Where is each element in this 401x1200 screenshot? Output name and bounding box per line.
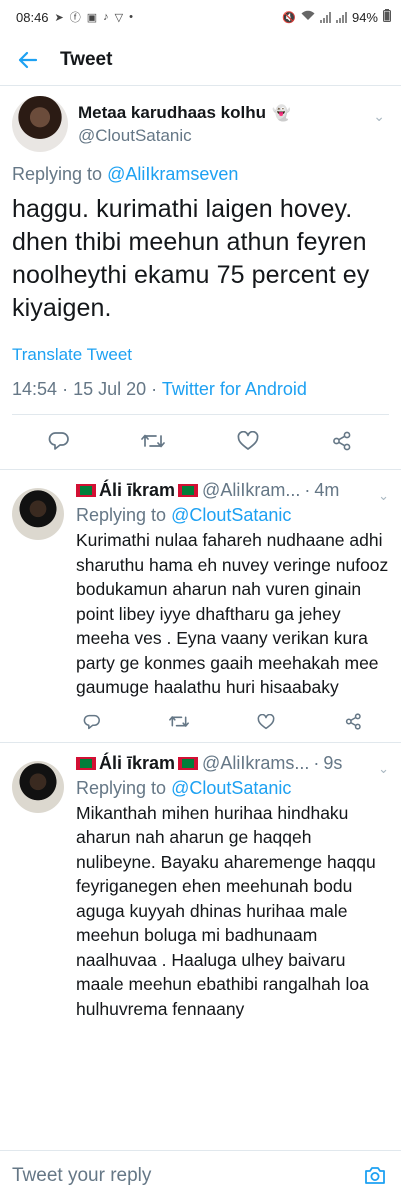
main-tweet: Metaa karudhaas kolhu 👻 @CloutSatanic ⌄ … <box>0 86 401 470</box>
author-name[interactable]: Metaa karudhaas kolhu 👻 <box>78 103 291 123</box>
avatar[interactable] <box>12 488 64 540</box>
reply-icon <box>48 432 69 450</box>
status-bar-right: 🔇 94% <box>282 9 391 25</box>
replying-to: Replying to @AliIkramseven <box>12 164 389 185</box>
author-handle[interactable]: @AliIkram... <box>202 480 300 501</box>
retweet-button[interactable] <box>141 429 166 453</box>
tweet-text: haggu. kurimathi laigen hovey. dhen thib… <box>12 195 370 322</box>
replying-prefix: Replying to <box>12 164 103 184</box>
tweet-client-link[interactable]: Twitter for Android <box>162 379 307 399</box>
like-button[interactable] <box>256 712 276 732</box>
author-name[interactable]: Áli īkram <box>99 753 175 774</box>
replying-to-link[interactable]: @AliIkramseven <box>107 164 238 184</box>
back-arrow-icon <box>18 51 38 68</box>
replying-prefix: Replying to <box>76 777 167 798</box>
share-icon <box>345 713 361 730</box>
signal-icon-2 <box>335 11 347 23</box>
avatar[interactable] <box>12 760 64 813</box>
share-icon <box>332 431 351 451</box>
facebook-icon: ⓕ <box>69 12 81 24</box>
mute-icon: 🔇 <box>282 11 296 24</box>
battery-level: 94% <box>351 9 378 25</box>
reply-header: Áli īkram @AliIkrams... · 9s <box>76 753 391 774</box>
maldives-flag-icon <box>178 484 199 497</box>
gallery-icon: ▣ <box>86 11 98 24</box>
signal-icon <box>319 11 331 23</box>
heart-icon <box>237 431 259 450</box>
author-handle[interactable]: @AliIkrams... <box>202 753 309 774</box>
ghost-emoji-icon: 👻 <box>272 104 291 122</box>
main-tweet-header: Metaa karudhaas kolhu 👻 @CloutSatanic ⌄ <box>12 96 389 152</box>
top-app-bar: Tweet <box>0 34 401 86</box>
dot-icon: • <box>129 11 133 23</box>
maldives-flag-icon <box>76 484 96 497</box>
time-separator: · <box>313 752 320 773</box>
meta-separator-2: · <box>151 379 158 399</box>
replying-to-link[interactable]: @CloutSatanic <box>171 778 291 798</box>
replying-prefix: Replying to <box>76 505 167 525</box>
reply-composer <box>0 1150 401 1200</box>
tiktok-icon: ♪ <box>103 11 109 23</box>
page-title: Tweet <box>60 48 113 70</box>
retweet-icon <box>141 434 166 448</box>
tweet-time: 14:54 <box>12 379 58 399</box>
chevron-down-icon[interactable]: ⌄ <box>373 108 385 125</box>
like-button[interactable] <box>236 429 260 453</box>
reply-button[interactable] <box>47 429 71 453</box>
reply-text: Kurimathi nulaa fahareh nudhaane adhi sh… <box>76 530 389 697</box>
camera-icon <box>365 1167 385 1184</box>
meta-separator: · <box>62 379 69 399</box>
replying-to: Replying to @CloutSatanic <box>76 505 391 526</box>
status-time: 08:46 <box>16 9 49 25</box>
retweet-button[interactable] <box>169 712 189 732</box>
back-button[interactable] <box>0 51 56 69</box>
telegram-icon: ➤ <box>54 11 64 24</box>
share-button[interactable] <box>330 429 354 453</box>
status-bar-left: 08:46 ➤ ⓕ ▣ ♪ ▽ • <box>16 9 133 25</box>
reply-time: 4m <box>314 480 340 500</box>
author-name-text: Metaa karudhaas kolhu <box>78 102 267 122</box>
vpn-icon: ▽ <box>114 11 124 24</box>
tweet-meta: 14:54 · 15 Jul 20 · Twitter for Android <box>12 379 389 415</box>
replying-to: Replying to @CloutSatanic <box>76 778 391 799</box>
reply-text: Mikanthah mihen hurihaa hindhaku aharun … <box>76 802 376 1019</box>
maldives-flag-icon <box>178 756 199 770</box>
reply-actions <box>76 700 391 742</box>
battery-icon <box>383 9 391 25</box>
maldives-flag-icon <box>76 756 96 770</box>
share-button[interactable] <box>343 712 363 732</box>
translate-tweet-link[interactable]: Translate Tweet <box>12 345 389 365</box>
reply-input[interactable] <box>12 1164 361 1187</box>
time-separator: · <box>304 480 311 500</box>
reply-icon <box>83 714 100 729</box>
status-bar: 08:46 ➤ ⓕ ▣ ♪ ▽ • 🔇 94% <box>0 0 401 34</box>
author-info: Metaa karudhaas kolhu 👻 @CloutSatanic <box>78 103 291 146</box>
retweet-icon <box>169 716 189 727</box>
camera-button[interactable] <box>361 1162 389 1190</box>
tweet-actions <box>12 415 389 469</box>
replying-to-link[interactable]: @CloutSatanic <box>171 505 291 525</box>
heart-icon <box>257 713 275 729</box>
reply-body: Áli īkram @AliIkrams... · 9s Replying to… <box>76 753 391 1022</box>
reply-button[interactable] <box>82 712 102 732</box>
avatar[interactable] <box>12 96 68 152</box>
author-handle[interactable]: @CloutSatanic <box>78 126 291 146</box>
tweet-date: 15 Jul 20 <box>73 379 147 399</box>
wifi-icon <box>301 10 315 24</box>
author-name[interactable]: Áli īkram <box>99 480 175 501</box>
reply-tweet[interactable]: Áli īkram @AliIkram... · 4m Replying to … <box>0 470 401 743</box>
reply-header: Áli īkram @AliIkram... · 4m <box>76 480 391 501</box>
reply-body: Áli īkram @AliIkram... · 4m Replying to … <box>76 480 391 742</box>
chevron-down-icon[interactable]: ⌄ <box>378 761 389 777</box>
reply-tweet[interactable]: Áli īkram @AliIkrams... · 9s Replying to… <box>0 743 401 1022</box>
chevron-down-icon[interactable]: ⌄ <box>378 488 389 504</box>
reply-time: 9s <box>323 752 343 773</box>
